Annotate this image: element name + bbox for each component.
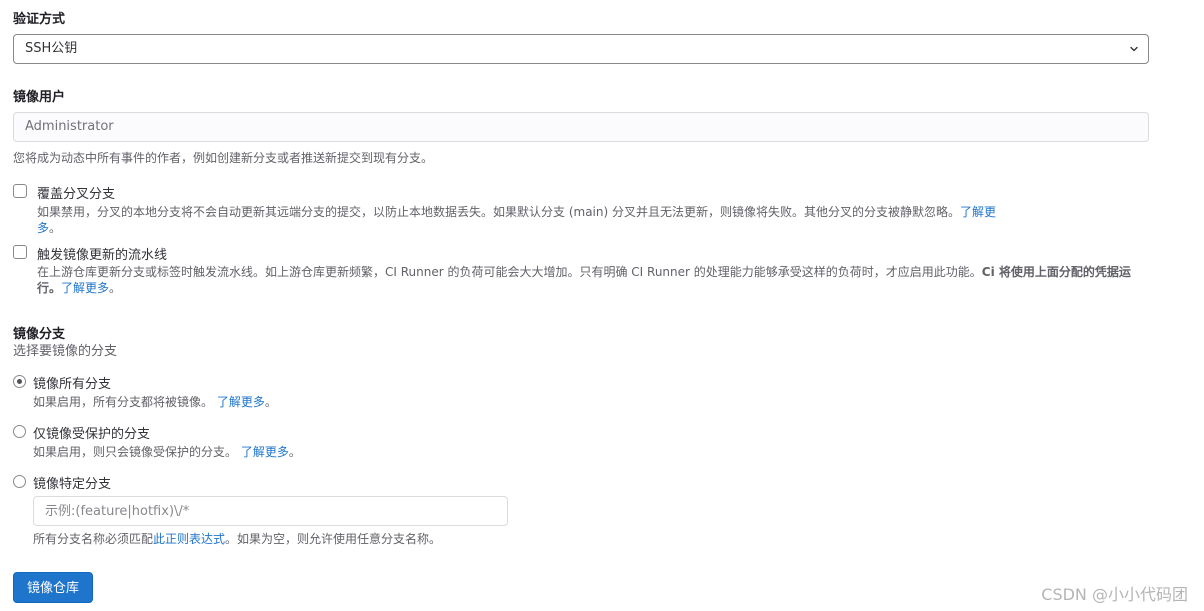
trigger-pipelines-learn-more-link[interactable]: 了解更多 bbox=[61, 281, 109, 295]
specific-branches-regex-input[interactable] bbox=[33, 496, 508, 526]
mirror-protected-branches-help: 如果启用，则只会镜像受保护的分支。 了解更多。 bbox=[33, 444, 301, 460]
overwrite-help-text: 如果禁用，分叉的本地分支将不会自动更新其远端分支的提交，以防止本地数据丢失。如果… bbox=[37, 205, 960, 219]
mirror-all-period: 。 bbox=[264, 395, 277, 409]
watermark: CSDN @小小代码团 bbox=[1041, 585, 1188, 604]
overwrite-learn-more-link-cont[interactable]: 多 bbox=[37, 221, 49, 235]
trigger-pipelines-checkbox[interactable] bbox=[13, 245, 27, 259]
overwrite-checkbox[interactable] bbox=[13, 184, 27, 198]
mirror-user-label: 镜像用户 bbox=[13, 90, 66, 105]
trigger-pipelines-help-text: 在上游仓库更新分支或标签时触发流水线。如上游仓库更新频繁，CI Runner 的… bbox=[37, 265, 982, 279]
trigger-pipelines-label[interactable]: 触发镜像更新的流水线 bbox=[37, 244, 167, 263]
mirror-protected-branches-label[interactable]: 仅镜像受保护的分支 bbox=[33, 423, 150, 442]
trigger-pipelines-help: 在上游仓库更新分支或标签时触发流水线。如上游仓库更新频繁，CI Runner 的… bbox=[37, 264, 1152, 296]
trigger-pipelines-period: 。 bbox=[109, 281, 122, 295]
mirror-repository-button[interactable]: 镜像仓库 bbox=[13, 572, 93, 603]
radio-mirror-protected-branches[interactable] bbox=[13, 425, 26, 438]
auth-method-value: SSH公钥 bbox=[25, 41, 78, 56]
mirror-protected-help-text: 如果启用，则只会镜像受保护的分支。 bbox=[33, 445, 238, 459]
mirror-all-branches-help: 如果启用，所有分支都将被镜像。 了解更多。 bbox=[33, 394, 277, 410]
radio-mirror-all-branches[interactable] bbox=[13, 375, 26, 388]
auth-method-label: 验证方式 bbox=[13, 12, 66, 27]
radio-mirror-specific-branches[interactable] bbox=[13, 475, 26, 488]
mirror-user-field: Administrator bbox=[13, 112, 1149, 142]
mirror-user-value: Administrator bbox=[25, 119, 114, 134]
mirror-specific-branches-label[interactable]: 镜像特定分支 bbox=[33, 473, 111, 492]
regex-link[interactable]: 此正则表达式 bbox=[153, 532, 225, 546]
specific-branches-help: 所有分支名称必须匹配此正则表达式。如果为空，则允许使用任意分支名称。 bbox=[33, 531, 441, 547]
mirror-user-help: 您将成为动态中所有事件的作者，例如创建新分支或者推送新提交到现有分支。 bbox=[13, 151, 434, 165]
mirror-settings-form: 验证方式 SSH公钥 镜像用户 Administrator 您将成为动态中所有事… bbox=[0, 0, 1204, 611]
chevron-down-icon bbox=[1130, 46, 1138, 52]
overwrite-help-line2: 多。 bbox=[37, 220, 61, 236]
overwrite-learn-more-link[interactable]: 了解更 bbox=[960, 205, 996, 219]
mirror-branches-subtitle: 选择要镜像的分支 bbox=[13, 344, 118, 359]
mirror-protected-learn-more-link[interactable]: 了解更多 bbox=[241, 445, 289, 459]
overwrite-period: 。 bbox=[49, 221, 62, 235]
auth-method-select[interactable]: SSH公钥 bbox=[13, 34, 1149, 64]
mirror-all-branches-label[interactable]: 镜像所有分支 bbox=[33, 373, 111, 392]
specific-help-prefix: 所有分支名称必须匹配 bbox=[33, 532, 154, 546]
overwrite-label[interactable]: 覆盖分叉分支 bbox=[37, 183, 115, 202]
mirror-protected-period: 。 bbox=[288, 445, 301, 459]
overwrite-help: 如果禁用，分叉的本地分支将不会自动更新其远端分支的提交，以防止本地数据丢失。如果… bbox=[37, 204, 1157, 220]
specific-help-suffix: 。如果为空，则允许使用任意分支名称。 bbox=[225, 532, 442, 546]
mirror-all-learn-more-link[interactable]: 了解更多 bbox=[217, 395, 265, 409]
mirror-branches-label: 镜像分支 bbox=[13, 327, 66, 342]
mirror-all-branches-help-text: 如果启用，所有分支都将被镜像。 bbox=[33, 395, 214, 409]
